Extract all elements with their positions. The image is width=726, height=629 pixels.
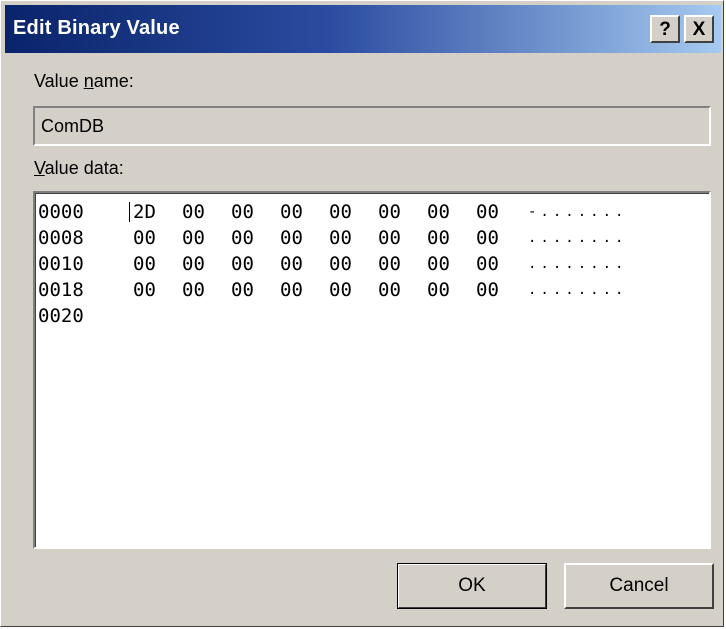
hex-byte[interactable]: 00 — [476, 251, 506, 277]
hex-byte[interactable]: 00 — [476, 225, 506, 251]
hex-byte[interactable]: 00 — [427, 199, 457, 225]
hex-byte[interactable]: 00 — [427, 225, 457, 251]
hex-byte[interactable]: 00 — [231, 199, 261, 225]
hex-byte[interactable]: 00 — [476, 199, 506, 225]
hex-row: 0018 00 00 00 00 00 00 00 00........ — [38, 277, 708, 303]
hex-byte[interactable]: 00 — [378, 277, 408, 303]
hex-byte[interactable]: 00 — [378, 199, 408, 225]
hex-address: 0000 — [38, 201, 84, 223]
value-data-label: Value data: — [34, 158, 124, 178]
hex-ascii[interactable]: ........ — [528, 251, 627, 277]
hex-byte[interactable]: 00 — [427, 251, 457, 277]
hex-byte[interactable]: 00 — [133, 277, 163, 303]
hex-byte[interactable]: 00 — [280, 277, 310, 303]
hex-byte[interactable]: 00 — [182, 199, 212, 225]
hex-byte[interactable]: 00 — [329, 225, 359, 251]
hex-byte[interactable]: 00 — [280, 199, 310, 225]
hex-byte[interactable]: 00 — [182, 277, 212, 303]
hex-row: 0000 2D 00 00 00 00 00 00 00 -....... — [38, 199, 708, 225]
hex-byte[interactable]: 00 — [133, 225, 163, 251]
hex-address: 0008 — [38, 227, 84, 249]
hex-byte[interactable]: 00 — [231, 251, 261, 277]
hex-ascii[interactable]: -....... — [528, 199, 627, 225]
hex-byte[interactable]: 00 — [280, 251, 310, 277]
ok-button[interactable]: OK — [397, 563, 547, 609]
hex-byte[interactable]: 00 — [329, 277, 359, 303]
hex-byte[interactable]: 00 — [329, 251, 359, 277]
hex-address: 0018 — [38, 279, 84, 301]
hex-ascii[interactable]: ........ — [528, 225, 627, 251]
hex-byte[interactable]: 00 — [427, 277, 457, 303]
hex-row: 0020 — [38, 303, 708, 329]
edit-binary-value-dialog: Edit Binary Value ? X Value name: Value … — [0, 0, 724, 627]
hex-byte[interactable]: 00 — [378, 225, 408, 251]
hex-row: 0010 00 00 00 00 00 00 00 00........ — [38, 251, 708, 277]
hex-byte[interactable]: 00 — [133, 251, 163, 277]
title-bar[interactable]: Edit Binary Value ? X — [5, 5, 721, 53]
value-data-hex-editor[interactable]: 0000 2D 00 00 00 00 00 00 00 -....... 0008 00 00 00 00… — [33, 191, 711, 549]
hex-byte[interactable]: 00 — [182, 251, 212, 277]
hex-address: 0020 — [38, 305, 84, 327]
window-title: Edit Binary Value — [13, 17, 180, 39]
value-name-field[interactable] — [33, 106, 711, 146]
hex-byte[interactable]: 00 — [476, 277, 506, 303]
hex-byte[interactable]: 00 — [231, 277, 261, 303]
hex-byte[interactable]: 00 — [280, 225, 310, 251]
hex-byte[interactable]: 00 — [378, 251, 408, 277]
cancel-button[interactable]: Cancel — [564, 563, 714, 609]
help-button[interactable]: ? — [650, 15, 680, 43]
hex-byte[interactable]: 2D — [133, 199, 163, 225]
hex-byte[interactable]: 00 — [329, 199, 359, 225]
hex-byte[interactable]: 00 — [231, 225, 261, 251]
value-name-label: Value name: — [34, 71, 134, 91]
close-button[interactable]: X — [684, 15, 714, 43]
hex-byte[interactable]: 00 — [182, 225, 212, 251]
hex-row: 0008 00 00 00 00 00 00 00 00........ — [38, 225, 708, 251]
hex-ascii[interactable]: ........ — [528, 277, 627, 303]
hex-address: 0010 — [38, 253, 84, 275]
